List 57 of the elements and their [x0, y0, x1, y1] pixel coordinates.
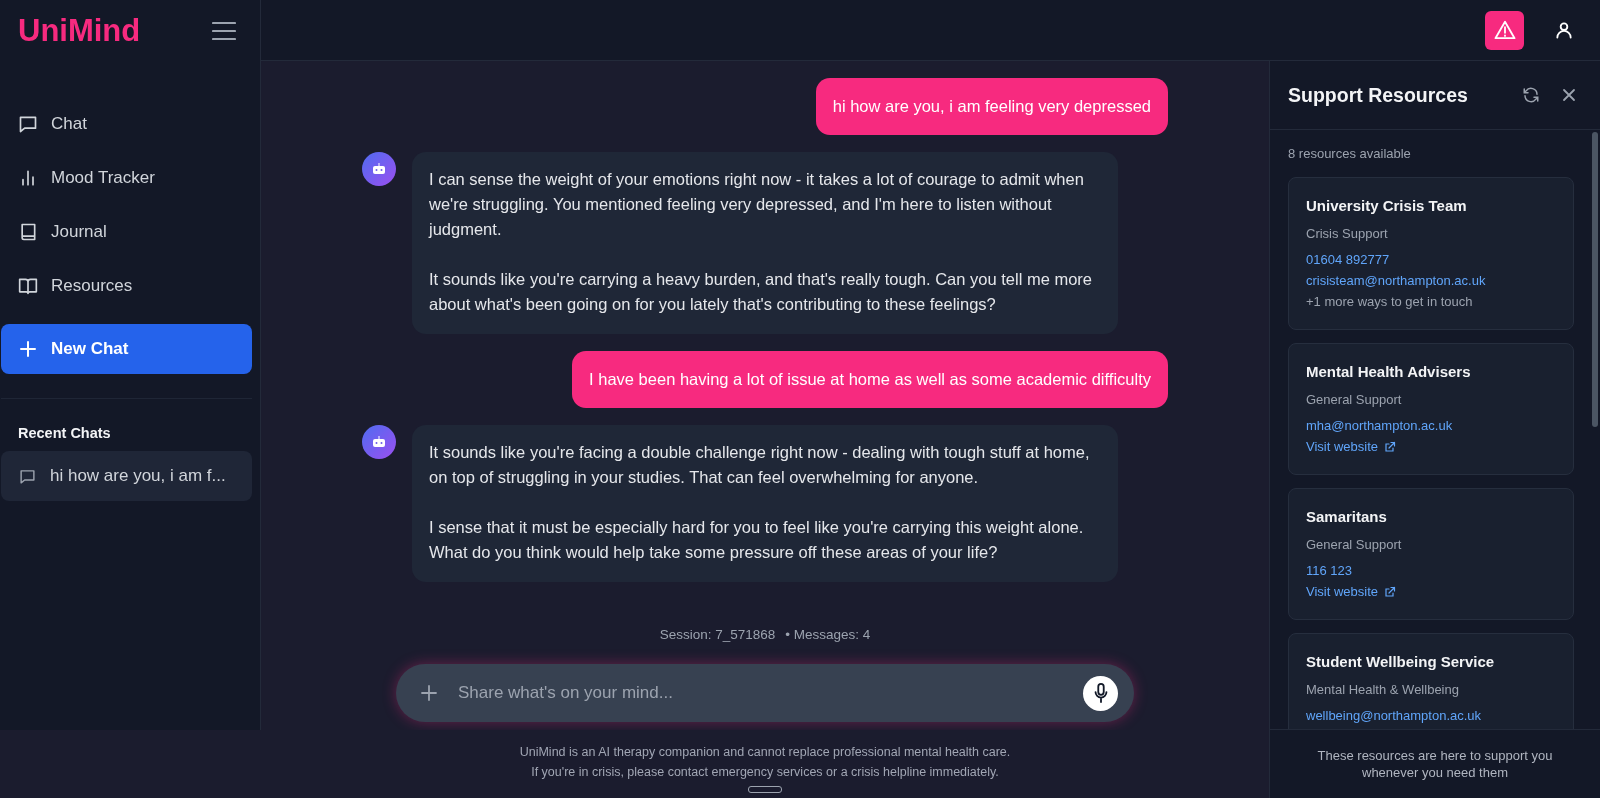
website-link[interactable]: Visit website: [1306, 436, 1396, 457]
resource-name: Student Wellbeing Service: [1306, 653, 1495, 670]
nav-item[interactable]: Resources: [18, 268, 260, 304]
message-composer[interactable]: Share what's on your mind...: [396, 664, 1134, 722]
nav-item[interactable]: Chat: [18, 106, 260, 142]
resource-count: 8 resources available: [1288, 145, 1412, 163]
microphone-icon: [1092, 683, 1109, 703]
chat-bubble-icon: [18, 114, 38, 134]
scrollbar[interactable]: [1592, 132, 1598, 427]
resource-category: General Support: [1306, 392, 1402, 407]
contact-link[interactable]: 01604 892777: [1306, 249, 1390, 270]
panel-footer-text: These resources are here to support you whenever you need them: [1316, 747, 1554, 781]
microphone-button[interactable]: [1083, 675, 1118, 711]
nav-item[interactable]: Mood Tracker: [18, 160, 260, 196]
plus-icon: [19, 340, 37, 358]
assistant-message: I can sense the weight of your emotions right now - it takes a lot of courage to admit when we're struggling. You mentioned feeling very depressed, and I'm here to listen without judgment. It sounds like you're carrying a heavy burden, and that's really tough. Can you tell me more about what's been going on for you lately that's contributing to these feelings?: [412, 152, 1118, 334]
website-link[interactable]: Visit website: [1306, 581, 1396, 602]
user-icon[interactable]: [1554, 20, 1574, 40]
session-id: Session: 7_571868: [659, 627, 776, 642]
bot-avatar-icon: [362, 425, 396, 459]
resize-handle[interactable]: [748, 786, 782, 793]
contact-link[interactable]: 116 123: [1306, 560, 1353, 581]
contact-note: +1 more ways to get in touch: [1306, 293, 1473, 311]
contact-link[interactable]: crisisteam@northampton.ac.uk: [1306, 270, 1486, 291]
resource-name: Mental Health Advisers: [1306, 363, 1471, 380]
alert-button[interactable]: [1485, 10, 1524, 50]
new-chat-button[interactable]: New Chat: [1, 324, 252, 374]
external-link-icon: [1384, 440, 1396, 453]
app-logo: UniMind: [18, 12, 141, 49]
refresh-icon[interactable]: [1522, 86, 1540, 104]
panel-title: Support Resources: [1288, 83, 1469, 107]
resource-name: Samaritans: [1306, 508, 1387, 525]
chat-bubble-icon: [19, 467, 36, 485]
open-book-icon: [18, 276, 38, 296]
user-message: I have been having a lot of issue at home as well as some academic difficulty: [572, 351, 1168, 408]
disclaimer-text: UniMind is an AI therapy companion and cannot replace professional mental health care.: [519, 744, 1011, 761]
close-icon[interactable]: [1562, 88, 1576, 102]
section-heading: Recent Chats: [17, 424, 112, 443]
contact-link[interactable]: mha@northampton.ac.uk: [1306, 415, 1453, 436]
contact-link[interactable]: wellbeing@northampton.ac.uk: [1306, 705, 1482, 726]
resource-name: University Crisis Team: [1306, 197, 1467, 214]
nav-item[interactable]: Journal: [18, 214, 260, 250]
message-input[interactable]: Share what's on your mind...: [456, 682, 1065, 704]
user-message: hi how are you, i am feeling very depressed: [815, 78, 1168, 135]
resource-category: Crisis Support: [1306, 226, 1388, 241]
warning-icon: [1493, 20, 1516, 40]
resource-category: Mental Health & Wellbeing: [1306, 682, 1459, 697]
menu-icon[interactable]: [212, 20, 236, 41]
resource-category: General Support: [1306, 537, 1402, 552]
assistant-message: It sounds like you're facing a double challenge right now - dealing with tough stuff at home, on top of struggling in your studies. That can feel overwhelming for anyone. I sense that it must be especially hard for you to feel like you're carrying this weight alone. What do you think would help take some pressure off these areas of your life?: [412, 425, 1118, 582]
message-count: • Messages: 4: [785, 627, 871, 642]
bot-avatar-icon: [362, 152, 396, 186]
book-icon: [18, 222, 38, 242]
recent-chat-item[interactable]: hi how are you, i am f...: [1, 451, 252, 501]
external-link-icon: [1384, 585, 1396, 598]
disclaimer-text: If you're in crisis, please contact emergency services or a crisis helpline immediately.: [531, 764, 999, 781]
plus-icon[interactable]: [420, 684, 438, 702]
